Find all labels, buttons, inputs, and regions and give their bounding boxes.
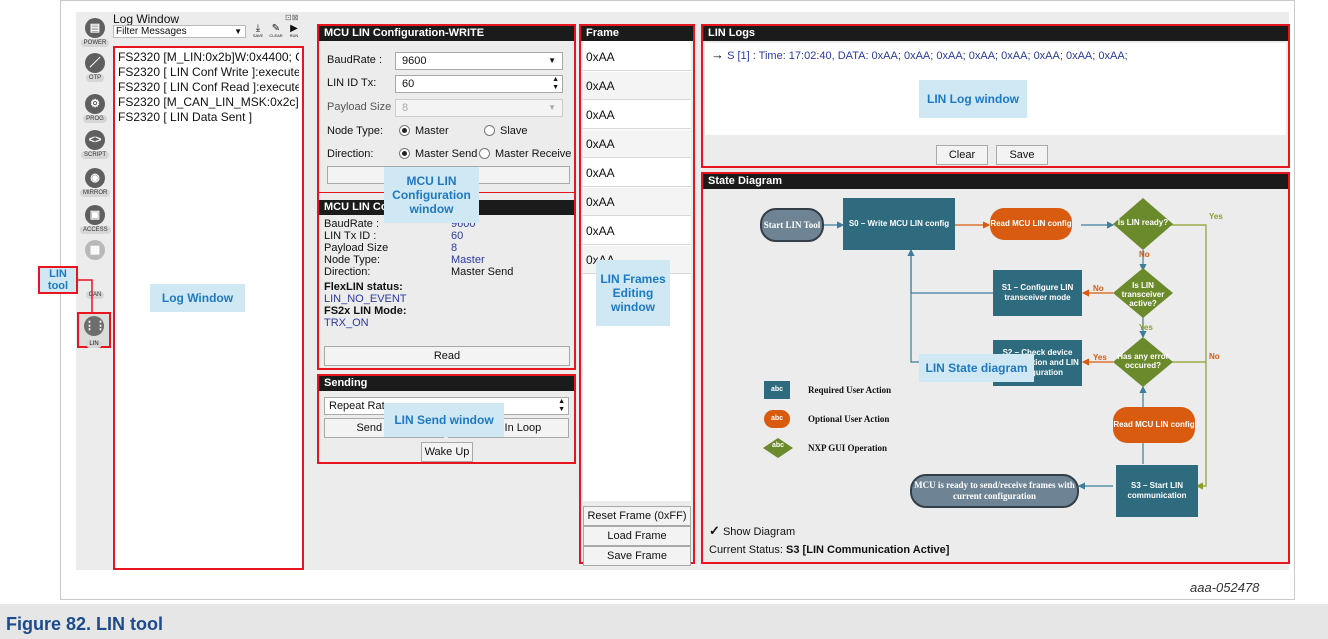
radio-master-send[interactable]: Master Send <box>399 148 477 160</box>
frame-cell[interactable]: 0xAA <box>583 43 691 71</box>
frame-title: Frame <box>581 26 693 41</box>
log-line: FS2320 [M_LIN:0x2b]W:0x4400; C... <box>118 50 299 64</box>
label-yes: Yes <box>1209 212 1223 221</box>
baudrate-label: BaudRate : <box>327 54 383 66</box>
radio-master[interactable]: Master <box>399 125 449 137</box>
callout-frames-window: LIN Frames Editing window <box>596 260 670 326</box>
run-button[interactable]: ▶ RUN <box>286 24 302 38</box>
node-s1: S1 – Configure LIN transceiver mode <box>993 270 1082 316</box>
callout-log-window: Log Window <box>150 284 245 312</box>
node-s3: S3 – Start LIN communication <box>1116 465 1198 517</box>
label-no: No <box>1093 284 1104 293</box>
save-button[interactable]: Save <box>996 145 1048 165</box>
callout-config-window: MCU LIN Configuration window <box>384 167 479 223</box>
log-line: FS2320 [ LIN Conf Read ]:executed <box>118 80 299 94</box>
mirror-icon: ◉ <box>85 168 105 188</box>
lin-id-label: LIN ID Tx: <box>327 77 377 89</box>
label-no: No <box>1139 250 1150 259</box>
callout-lin-log-window: LIN Log window <box>919 80 1027 118</box>
chevron-down-icon: ▼ <box>234 27 242 36</box>
arrow-right-icon: → <box>711 47 724 62</box>
tool-mirror[interactable]: ◉ MIRROR <box>80 168 111 208</box>
frame-cell[interactable]: 0xAA <box>583 188 691 216</box>
spinner-icon[interactable]: ▲ ▼ <box>558 398 565 414</box>
access-icon: ▣ <box>85 205 105 225</box>
save-frame-button[interactable]: Save Frame <box>583 546 691 566</box>
checkmark-icon: ✓ <box>709 523 720 538</box>
reset-frame-button[interactable]: Reset Frame (0xFF) <box>583 506 691 526</box>
label-no: No <box>1209 352 1220 361</box>
power-icon: ▤ <box>85 18 105 38</box>
sending-title: Sending <box>319 376 574 391</box>
chevron-down-icon: ▼ <box>548 103 556 112</box>
baudrate-select[interactable]: 9600 ▼ <box>395 52 563 70</box>
lin-icon: ⋮⋮ <box>84 316 106 336</box>
node-start: Start LIN Tool <box>760 208 824 242</box>
callout-connector <box>78 279 93 314</box>
node-end: MCU is ready to send/receive frames with… <box>910 474 1079 508</box>
node-read2: Read MCU LIN config <box>1113 407 1195 443</box>
chevron-down-icon: ▼ <box>548 56 556 65</box>
lin-id-input[interactable]: 60 ▲ ▼ <box>395 75 563 93</box>
frame-cell[interactable]: 0xAA <box>583 217 691 245</box>
frame-cell[interactable]: 0xAA <box>583 72 691 100</box>
config-write-title: MCU LIN Configuration-WRITE <box>319 26 574 41</box>
label-yes: Yes <box>1139 323 1153 332</box>
log-line: FS2320 [ LIN Data Sent ] <box>118 110 253 124</box>
clear-log-button[interactable]: ✎ CLEAR <box>268 24 284 38</box>
frame-cell[interactable]: 0xAA <box>583 101 691 129</box>
callout-send-window: LIN Send window <box>384 403 504 437</box>
tool-can-chip[interactable]: ▦ <box>80 240 110 280</box>
radio-master-receive[interactable]: Master Receive <box>479 148 571 160</box>
radio-icon <box>399 148 410 159</box>
node-s0: S0 – Write MCU LIN config <box>843 198 955 250</box>
tool-access[interactable]: ▣ ACCESS <box>80 205 111 245</box>
log-line: FS2320 [M_CAN_LIN_MSK:0x2c]R:0... <box>118 95 299 109</box>
callout-lin-tool: LIN tool <box>38 266 78 294</box>
tool-otp[interactable]: ／ OTP <box>80 53 110 93</box>
direction-label: Direction: <box>327 148 374 160</box>
tool-script[interactable]: <> SCRIPT <box>80 130 110 170</box>
legend-chip-required: abc <box>764 381 790 399</box>
wake-up-button[interactable]: Wake Up <box>421 442 473 462</box>
radio-icon <box>484 125 495 136</box>
radio-icon <box>479 148 490 159</box>
log-window-header: Log Window ⊡⊠ Filter Messages ▼ ⤓ SAVE ✎… <box>113 13 303 38</box>
log-line: FS2320 [ LIN Conf Write ]:executed <box>118 65 299 79</box>
payload-select[interactable]: 8 ▼ <box>395 99 563 117</box>
lin-logs-title: LIN Logs <box>703 26 1288 41</box>
show-diagram-checkbox[interactable]: ✓ Show Diagram <box>709 523 795 539</box>
lin-log-entry: → S [1] : Time: 17:02:40, DATA: 0xAA; 0x… <box>711 47 1128 62</box>
script-icon: <> <box>85 130 105 150</box>
caption-bar: Figure 82. LIN tool <box>0 604 1328 639</box>
label-yes: Yes <box>1093 353 1107 362</box>
callout-state-diagram: LIN State diagram <box>919 354 1034 382</box>
chip-icon: ▦ <box>85 240 105 260</box>
radio-icon <box>399 125 410 136</box>
read-button[interactable]: Read <box>324 346 570 366</box>
frame-cell[interactable]: 0xAA <box>583 130 691 158</box>
frame-cell[interactable]: 0xAA <box>583 159 691 187</box>
radio-slave[interactable]: Slave <box>484 125 528 137</box>
load-frame-button[interactable]: Load Frame <box>583 526 691 546</box>
figure-caption: Figure 82. LIN tool <box>6 614 164 634</box>
otp-icon: ／ <box>85 53 105 73</box>
node-read1: Read MCU LIN config <box>990 208 1072 240</box>
prog-icon: ⚙ <box>85 94 105 114</box>
tool-prog[interactable]: ⚙ PROG <box>80 94 110 134</box>
dock-icons[interactable]: ⊡⊠ <box>285 13 298 22</box>
save-log-button[interactable]: ⤓ SAVE <box>250 24 266 38</box>
filter-select[interactable]: Filter Messages ▼ <box>113 25 246 38</box>
legend-chip-optional: abc <box>764 410 790 428</box>
figure-id: aaa-052478 <box>1190 580 1260 595</box>
node-type-label: Node Type: <box>327 125 384 137</box>
payload-label: Payload Size <box>327 101 392 113</box>
current-status: Current Status: S3 [LIN Communication Ac… <box>709 544 950 556</box>
spinner-icon[interactable]: ▲ ▼ <box>552 76 559 92</box>
config-read-labels: BaudRate : LIN Tx ID : Payload Size Node… <box>324 218 389 278</box>
clear-button[interactable]: Clear <box>936 145 988 165</box>
config-read-values: 9600 60 8 Master Master Send <box>451 218 514 278</box>
status-block: FlexLIN status: LIN_NO_EVENT FS2x LIN Mo… <box>324 281 407 329</box>
tool-power[interactable]: ▤ POWER <box>80 18 110 58</box>
